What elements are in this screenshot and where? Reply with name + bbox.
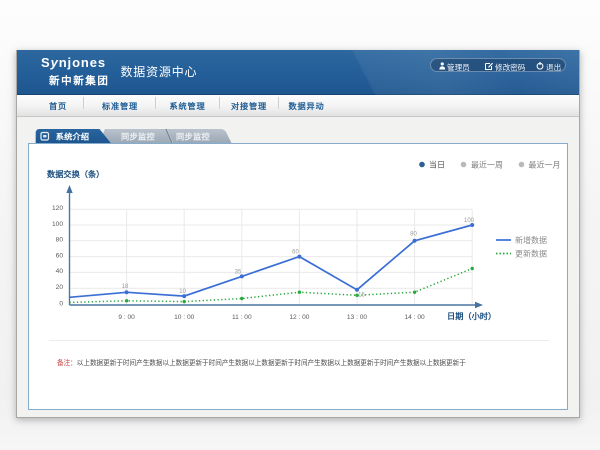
svg-text:12 : 00: 12 : 00 <box>289 314 309 321</box>
svg-text:当日: 当日 <box>429 160 445 170</box>
svg-text:20: 20 <box>56 284 64 291</box>
svg-text:120: 120 <box>52 205 63 212</box>
svg-text:60: 60 <box>292 250 299 256</box>
svg-text:新增数据: 新增数据 <box>515 235 547 245</box>
svg-text:100: 100 <box>464 218 475 224</box>
svg-text:同步监控: 同步监控 <box>176 131 210 141</box>
svg-text:最近一月: 最近一月 <box>529 160 561 170</box>
svg-text:14 : 00: 14 : 00 <box>405 314 425 321</box>
svg-text:9 : 00: 9 : 00 <box>118 314 135 321</box>
svg-text:10: 10 <box>179 289 186 295</box>
svg-text:80: 80 <box>410 232 417 238</box>
svg-text:更新数据: 更新数据 <box>515 249 547 259</box>
svg-text:60: 60 <box>56 252 64 259</box>
svg-text:13 : 00: 13 : 00 <box>347 314 367 321</box>
svg-text:日期（小时）: 日期（小时） <box>447 311 496 321</box>
svg-text:15: 15 <box>358 293 365 299</box>
svg-text:最近一周: 最近一周 <box>471 160 503 170</box>
svg-text:18: 18 <box>122 284 129 290</box>
svg-text:数据交换（条）: 数据交换（条） <box>47 169 104 179</box>
svg-text:35: 35 <box>235 270 242 276</box>
svg-text:11 : 00: 11 : 00 <box>232 314 252 321</box>
svg-text:80: 80 <box>56 237 64 244</box>
svg-text:40: 40 <box>56 268 64 275</box>
svg-text:100: 100 <box>52 221 63 228</box>
svg-text:10 : 00: 10 : 00 <box>174 314 194 321</box>
svg-text:同步监控: 同步监控 <box>121 131 155 141</box>
svg-text:0: 0 <box>59 300 63 307</box>
svg-text:系统介绍: 系统介绍 <box>56 131 90 141</box>
